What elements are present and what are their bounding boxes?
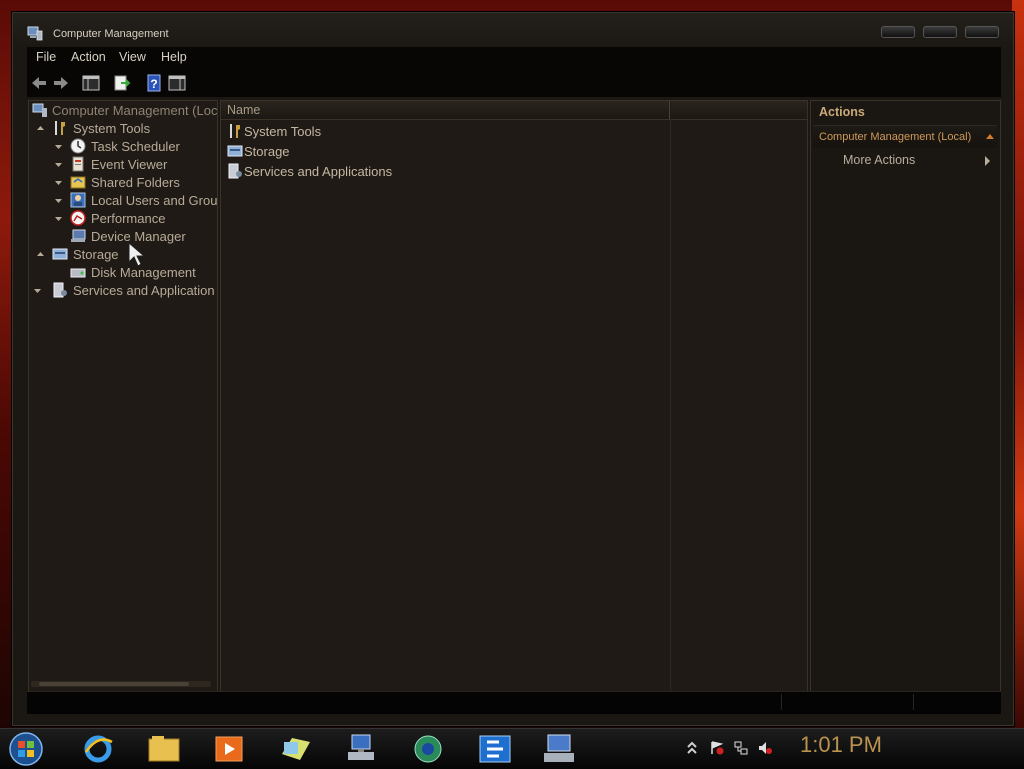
device-manager-icon xyxy=(71,229,86,242)
computer-management-icon[interactable] xyxy=(542,732,578,766)
show-hidden-icons-icon[interactable] xyxy=(685,741,699,755)
expand-toggle-icon[interactable] xyxy=(55,179,62,186)
file-explorer-icon[interactable] xyxy=(146,732,182,766)
storage-icon xyxy=(52,248,68,260)
tree-item-local-users-and-groups[interactable]: Local Users and Grou xyxy=(55,192,218,210)
console-tree: Computer Management (Loc System Tools Ta… xyxy=(28,100,218,692)
column-header-empty[interactable] xyxy=(671,101,807,120)
column-header-name[interactable]: Name xyxy=(221,101,670,120)
tree-item-shared-folders[interactable]: Shared Folders xyxy=(55,174,215,192)
collapse-arrow-icon[interactable] xyxy=(986,134,994,139)
expand-toggle-icon[interactable] xyxy=(55,161,62,168)
tools-icon xyxy=(230,124,240,138)
mouse-cursor-icon xyxy=(128,242,146,267)
tree-item-label: Event Viewer xyxy=(91,157,168,172)
browser-globe-icon[interactable] xyxy=(410,732,446,766)
help-icon[interactable]: ? xyxy=(145,74,163,92)
more-actions-label: More Actions xyxy=(843,153,916,167)
expand-toggle-icon[interactable] xyxy=(55,197,62,204)
expand-toggle-icon[interactable] xyxy=(34,287,41,294)
volume-muted-icon[interactable] xyxy=(758,741,772,755)
status-segment xyxy=(781,694,912,710)
toolbar: ? xyxy=(27,67,1001,97)
services-icon xyxy=(228,163,242,179)
tools-icon xyxy=(55,121,65,135)
clock-icon xyxy=(70,138,86,154)
tree-item-label: Local Users and Grou xyxy=(91,193,218,208)
shared-folders-icon xyxy=(70,176,86,189)
column-header-label: Name xyxy=(227,103,261,117)
back-arrow-icon[interactable] xyxy=(30,74,48,92)
internet-explorer-icon[interactable] xyxy=(80,732,116,766)
expand-toggle-icon[interactable] xyxy=(55,215,62,222)
tree-item-services-and-applications[interactable]: Services and Application xyxy=(34,282,215,300)
close-button[interactable] xyxy=(965,26,999,38)
computer-management-icon xyxy=(27,26,43,41)
menu-help[interactable]: Help xyxy=(161,50,187,64)
performance-icon xyxy=(70,210,86,226)
status-segment xyxy=(913,694,1000,710)
tree-item-label: Shared Folders xyxy=(91,175,180,190)
results-list: Name System Tools Storage Services and A… xyxy=(220,100,808,692)
maximize-button[interactable] xyxy=(923,26,957,38)
computer-management-window: Computer Management File Action View Hel… xyxy=(12,12,1014,726)
tree-item-storage[interactable]: Storage xyxy=(37,246,215,264)
remote-app-icon[interactable] xyxy=(477,732,513,766)
tree-horizontal-scrollbar[interactable] xyxy=(31,681,211,687)
menu-action[interactable]: Action xyxy=(71,50,106,64)
export-list-icon[interactable] xyxy=(113,74,131,92)
tree-item-event-viewer[interactable]: Event Viewer xyxy=(55,156,215,174)
start-button-icon[interactable] xyxy=(6,731,46,767)
tree-item-performance[interactable]: Performance xyxy=(55,210,215,228)
actions-title: Actions xyxy=(819,105,865,119)
menu-bar: File Action View Help xyxy=(27,47,1001,67)
tree-item-label: Services and Application xyxy=(73,283,215,298)
menu-view[interactable]: View xyxy=(119,50,146,64)
menu-file[interactable]: File xyxy=(36,50,56,64)
svg-text:?: ? xyxy=(150,77,157,91)
tree-item-label: Storage xyxy=(73,247,119,262)
computer-management-icon xyxy=(32,103,47,117)
tree-item-label: Task Scheduler xyxy=(91,139,180,154)
tree-root-computer-management[interactable]: Computer Management (Loc xyxy=(32,102,218,120)
list-item-label: System Tools xyxy=(244,124,322,139)
network-icon[interactable] xyxy=(734,741,748,755)
actions-section-label: Computer Management (Local) xyxy=(819,131,972,143)
actions-section-header[interactable]: Computer Management (Local) xyxy=(813,125,997,148)
network-computer-icon[interactable] xyxy=(344,732,380,766)
action-center-flag-icon[interactable] xyxy=(710,741,724,755)
title-bar[interactable]: Computer Management xyxy=(13,13,1013,47)
system-clock[interactable]: 1:01 PM xyxy=(800,732,882,758)
submenu-arrow-icon xyxy=(985,156,990,166)
status-bar xyxy=(27,691,1001,714)
users-icon xyxy=(70,192,86,208)
minimize-button[interactable] xyxy=(881,26,915,38)
actions-pane: Actions Computer Management (Local) More… xyxy=(810,100,1001,692)
collapse-toggle-icon[interactable] xyxy=(37,251,44,258)
tree-root-label: Computer Management (Loc xyxy=(52,103,218,118)
folder-shortcut-icon[interactable] xyxy=(278,732,314,766)
storage-icon xyxy=(227,145,243,157)
expand-toggle-icon[interactable] xyxy=(55,143,62,150)
properties-icon[interactable] xyxy=(168,74,186,92)
taskbar: 1:01 PM xyxy=(0,728,1024,769)
media-player-icon[interactable] xyxy=(211,732,247,766)
tree-item-task-scheduler[interactable]: Task Scheduler xyxy=(55,138,215,156)
tree-item-label: Performance xyxy=(91,211,166,226)
services-icon xyxy=(53,282,67,298)
column-divider xyxy=(670,119,671,691)
list-item-label: Services and Applications xyxy=(244,164,393,179)
list-item-label: Storage xyxy=(244,144,290,159)
window-title: Computer Management xyxy=(53,28,169,40)
forward-arrow-icon[interactable] xyxy=(52,74,70,92)
tree-item-system-tools[interactable]: System Tools xyxy=(37,120,215,138)
collapse-toggle-icon[interactable] xyxy=(37,125,44,132)
tree-item-label: System Tools xyxy=(73,121,151,136)
show-hide-console-tree-icon[interactable] xyxy=(82,74,100,92)
scrollbar-thumb[interactable] xyxy=(39,682,189,686)
event-viewer-icon xyxy=(72,156,84,172)
disk-icon xyxy=(70,268,86,278)
more-actions-item[interactable]: More Actions xyxy=(843,153,993,171)
